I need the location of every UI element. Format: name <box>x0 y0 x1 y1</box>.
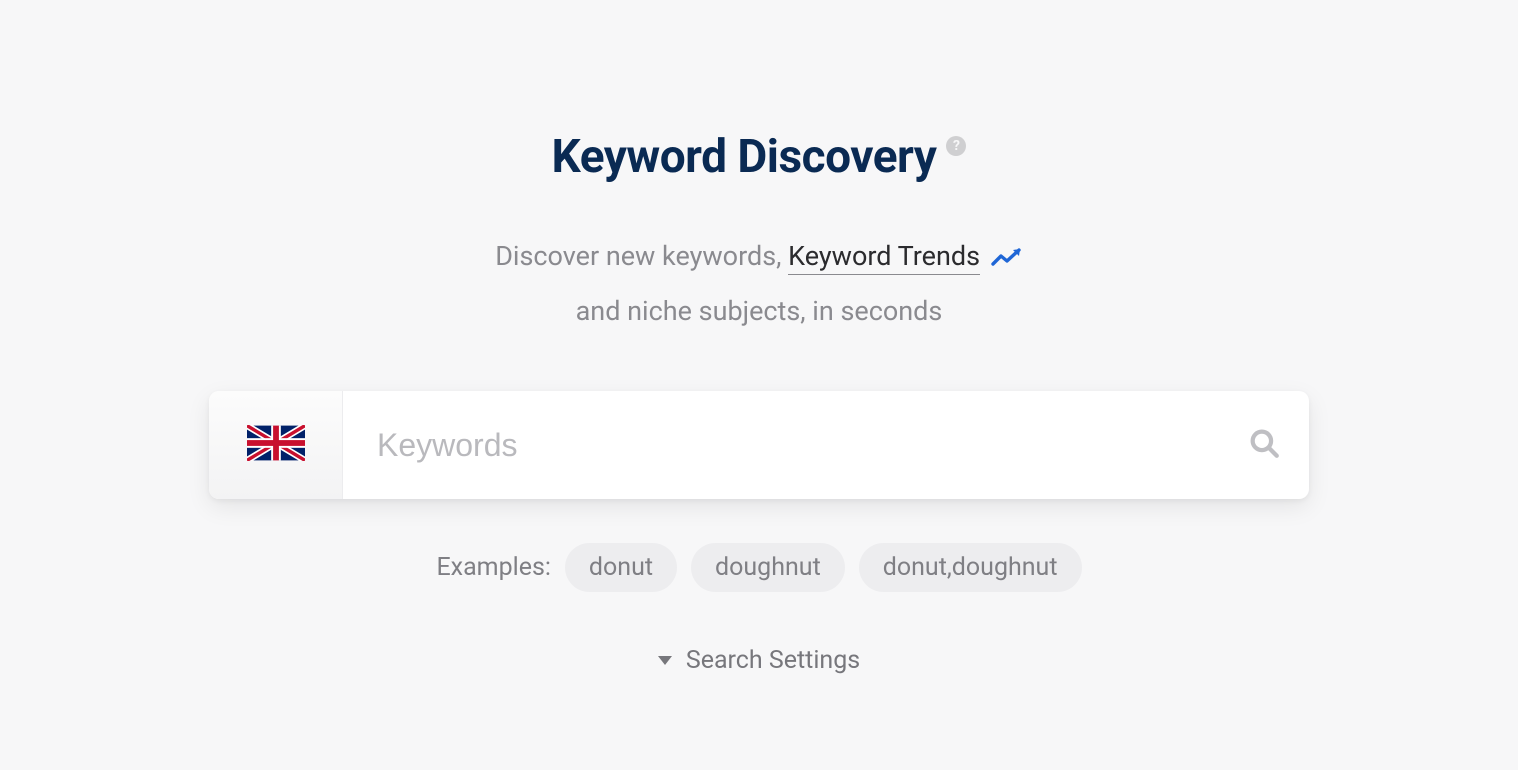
example-chip-1[interactable]: doughnut <box>691 543 845 592</box>
search-bar <box>209 391 1309 499</box>
example-chip-2[interactable]: donut,doughnut <box>859 543 1082 592</box>
page-title: Keyword Discovery <box>552 130 937 184</box>
subtitle-suffix: and niche subjects, in seconds <box>576 295 943 327</box>
keywords-input[interactable] <box>343 391 1219 499</box>
title-row: Keyword Discovery ? <box>552 130 967 184</box>
search-button[interactable] <box>1219 391 1309 499</box>
page-container: Keyword Discovery ? Discover new keyword… <box>0 0 1518 675</box>
keyword-trends-link[interactable]: Keyword Trends <box>788 240 980 275</box>
subtitle-prefix: Discover new keywords, <box>495 240 788 272</box>
trend-up-icon <box>991 232 1023 285</box>
search-icon <box>1247 426 1281 464</box>
caret-down-icon <box>658 656 672 665</box>
help-icon[interactable]: ? <box>946 136 966 156</box>
examples-row: Examples: donut doughnut donut,doughnut <box>436 543 1081 592</box>
uk-flag-icon <box>247 425 305 465</box>
examples-label: Examples: <box>436 553 550 582</box>
search-settings-toggle[interactable]: Search Settings <box>658 646 860 675</box>
page-subtitle: Discover new keywords, Keyword Trends an… <box>495 230 1023 337</box>
search-settings-label: Search Settings <box>686 646 860 675</box>
locale-flag-button[interactable] <box>209 391 343 499</box>
example-chip-0[interactable]: donut <box>565 543 677 592</box>
